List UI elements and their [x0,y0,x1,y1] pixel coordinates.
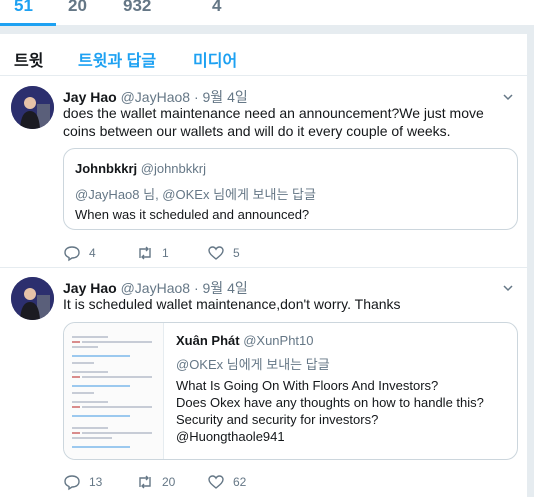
retweet-icon [139,475,151,489]
quoted-author-handle: @johnbkkrj [140,161,206,176]
quoted-reply-context: @JayHao8 님, @OKEx 님에게 보내는 답글 [75,187,316,202]
tab-tweets[interactable]: 트윗 [14,47,43,71]
quoted-tweet[interactable]: Xuân Phát @XunPht10 @OKEx 님에게 보내는 답글 Wha… [63,322,518,460]
stat-followers-count[interactable]: 932 [123,0,151,16]
timeline-panel: 트윗 트윗과 답글 미디어 Jay Hao @JayHao8 · 9월 4일 d… [0,34,528,497]
like-count: 5 [233,246,240,260]
profile-stats-bar: 51 20 932 4 [0,0,534,26]
reply-icon [64,475,80,491]
heart-icon [208,246,224,260]
author-handle[interactable]: @JayHao8 [121,280,190,296]
quoted-reply-context: @OKEx 님에게 보내는 답글 [176,357,330,372]
quoted-text-line: Security and security for investors? [176,412,379,427]
quoted-author: Xuân Phát @XunPht10 [176,333,314,348]
stat-following-count[interactable]: 20 [68,0,87,16]
quoted-media-thumbnail[interactable] [64,323,164,459]
tweet-actions: 4 1 5 [63,244,363,264]
tweet-text: does the wallet maintenance need an anno… [63,105,484,139]
chevron-down-icon[interactable] [502,91,514,103]
quoted-author-name: Johnbkkrj [75,161,138,176]
reply-button[interactable]: 4 [63,244,96,262]
tweet-item[interactable]: Jay Hao @JayHao8 · 9월 4일 does the wallet… [0,76,528,268]
tab-media[interactable]: 미디어 [193,47,237,71]
retweet-count: 1 [162,246,169,260]
quoted-text: What Is Going On With Floors And Investo… [176,377,511,445]
active-stat-indicator [0,23,56,26]
stat-tweets-count[interactable]: 51 [14,0,33,16]
retweet-icon [139,246,151,260]
tweet-actions: 13 20 62 [63,473,363,493]
tweet-text: It is scheduled wallet maintenance,don't… [63,296,401,312]
reply-icon [64,246,80,262]
author-name[interactable]: Jay Hao [63,280,117,296]
avatar[interactable] [11,277,54,320]
retweet-count: 20 [162,475,176,489]
tweet-date[interactable]: 9월 4일 [203,280,248,296]
tweet-item[interactable]: Jay Hao @JayHao8 · 9월 4일 It is scheduled… [0,268,528,497]
like-count: 62 [233,475,247,489]
tweet-date[interactable]: 9월 4일 [203,89,248,105]
quoted-author: Johnbkkrj @johnbkkrj [75,161,206,176]
reply-count: 13 [89,475,103,489]
avatar[interactable] [11,86,54,129]
quoted-text-line: Does Okex have any thoughts on how to ha… [176,395,484,410]
author-name[interactable]: Jay Hao [63,89,117,105]
quoted-author-name: Xuân Phát [176,333,240,348]
heart-icon [208,475,224,489]
tab-tweets-and-replies[interactable]: 트윗과 답글 [78,47,156,71]
chevron-down-icon[interactable] [502,282,514,294]
reply-count: 4 [89,246,96,260]
stat-likes-count[interactable]: 4 [212,0,221,16]
quoted-text: When was it scheduled and announced? [75,207,310,222]
like-button[interactable]: 5 [207,244,240,262]
author-handle[interactable]: @JayHao8 [121,89,190,105]
quoted-mention-link[interactable]: @Huongthaole941 [176,428,511,445]
separator-dot: · [193,89,199,105]
like-button[interactable]: 62 [207,473,246,491]
retweet-button[interactable]: 20 [136,473,175,491]
retweet-button[interactable]: 1 [136,244,169,262]
quoted-tweet[interactable]: Johnbkkrj @johnbkkrj @JayHao8 님, @OKEx 님… [63,148,518,230]
timeline-tabs: 트윗 트윗과 답글 미디어 [0,34,528,76]
quoted-text-line: What Is Going On With Floors And Investo… [176,378,439,393]
separator-dot: · [193,280,199,296]
quoted-author-handle: @XunPht10 [243,333,314,348]
reply-button[interactable]: 13 [63,473,102,491]
